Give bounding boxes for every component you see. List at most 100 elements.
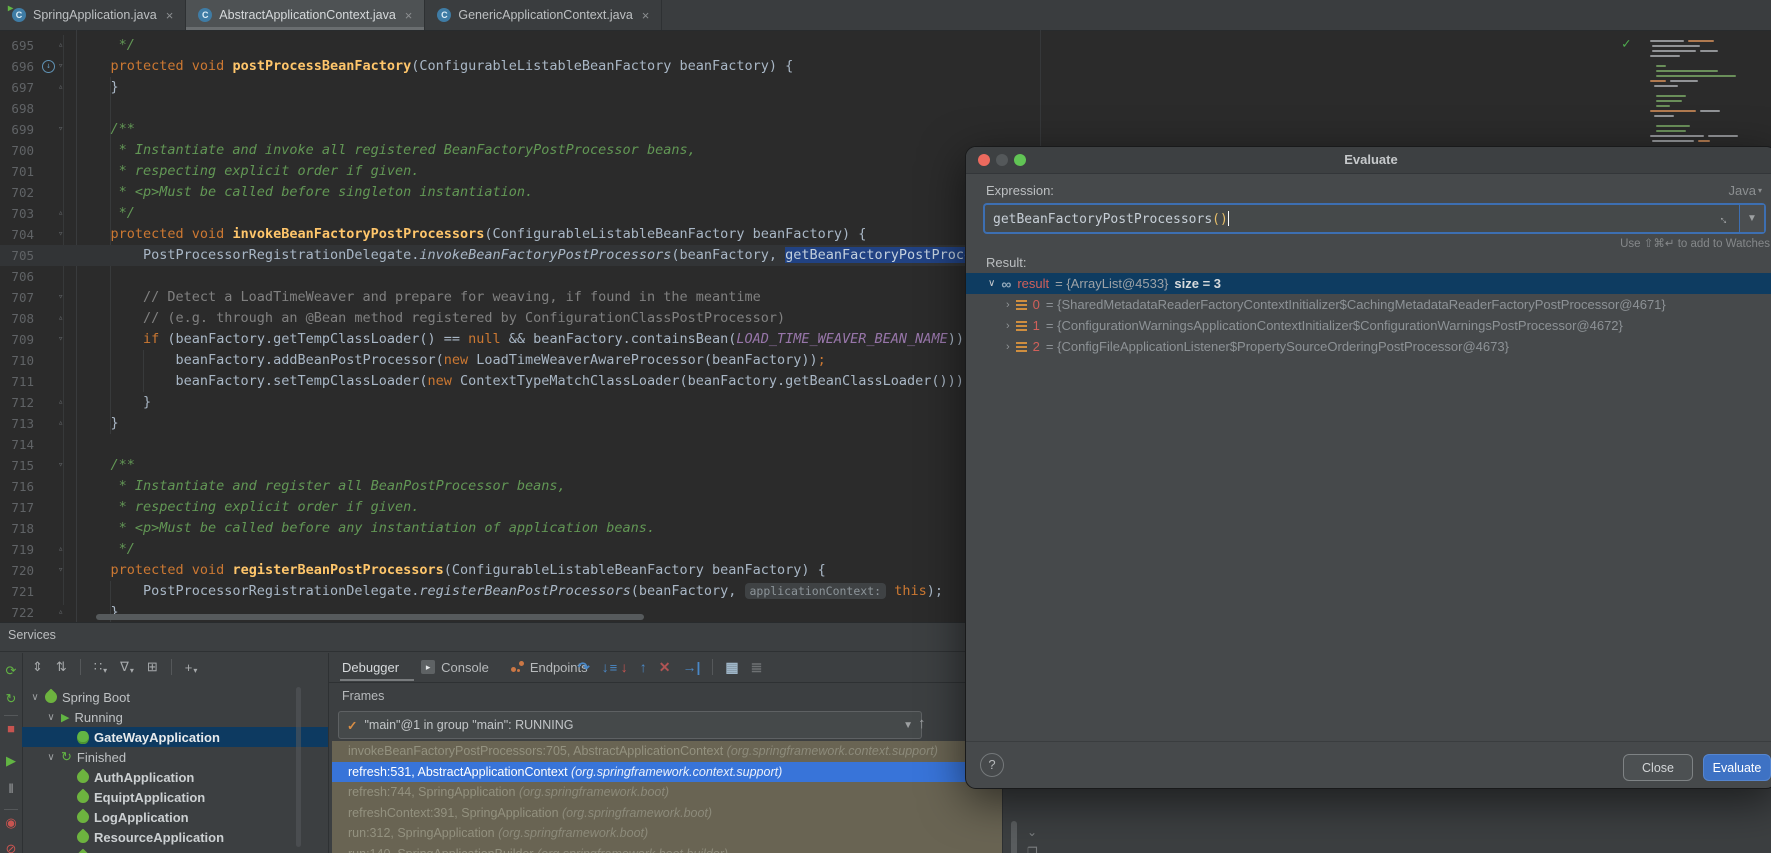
resume-icon[interactable]: ▶ <box>0 753 22 769</box>
tree-item-AuthApplication[interactable]: AuthApplication <box>22 767 328 787</box>
pause-icon[interactable]: ‖ <box>0 781 22 797</box>
frame-row[interactable]: refreshContext:391, SpringApplication (o… <box>332 803 1006 823</box>
run-to-cursor-icon[interactable]: →| <box>682 659 700 675</box>
result-child-row[interactable]: ›1= {ConfigurationWarningsApplicationCon… <box>966 315 1771 336</box>
fold-start-icon[interactable]: ▿ <box>58 119 63 140</box>
tree-item-GateWayApplication[interactable]: GateWayApplication <box>22 727 328 747</box>
stop-icon[interactable]: ■ <box>0 721 22 737</box>
override-method-icon[interactable]: ↓ <box>42 60 55 73</box>
add-to-watches-hint: Use ⇧⌘↵ to add to Watches <box>1620 236 1770 250</box>
code-line-698[interactable]: 698 <box>0 98 1771 119</box>
more-icon[interactable]: ≣ <box>751 659 763 676</box>
fold-end-icon[interactable]: ▵ <box>58 35 63 56</box>
ide-window: CSpringApplication.java×CAbstractApplica… <box>0 0 1771 853</box>
fold-end-icon[interactable]: ▵ <box>58 602 63 622</box>
thread-selector[interactable]: ✓ "main"@1 in group "main": RUNNING ▼ <box>338 711 922 739</box>
copy-stack-icon[interactable]: ❐ <box>1027 845 1038 853</box>
group-by-icon[interactable]: ∷▾ <box>94 659 107 675</box>
drop-frame-icon[interactable]: ✕ <box>659 659 671 676</box>
chevron-right-icon[interactable]: › <box>1006 320 1010 332</box>
tree-item-EquiptApplication[interactable]: EquiptApplication <box>22 787 328 807</box>
expression-input[interactable]: getBeanFactoryPostProcessors() ↔ ▼ <box>984 204 1765 233</box>
tree-item-Spring Boot[interactable]: ∨Spring Boot <box>22 687 328 707</box>
collapse-all-icon[interactable]: ⇅ <box>56 659 67 675</box>
code-line-699[interactable]: 699▿ /** <box>0 119 1771 140</box>
result-child-row[interactable]: ›2= {ConfigFileApplicationListener$Prope… <box>966 336 1771 357</box>
tree-item-LogApplication[interactable]: LogApplication <box>22 807 328 827</box>
expand-all-icon[interactable]: ⇕ <box>32 659 43 675</box>
code-token: if <box>143 331 159 347</box>
chevron-down-icon[interactable]: ⌄ <box>1027 825 1037 839</box>
rerun-application-icon[interactable]: ↻ <box>0 691 22 707</box>
filter-icon[interactable]: ∇▾ <box>120 659 134 675</box>
add-service-icon[interactable]: +▾ <box>185 660 198 675</box>
rerun-icon[interactable]: ⟳ <box>0 663 22 679</box>
services-tree[interactable]: ∨Spring Boot∨▶RunningGateWayApplication∨… <box>22 683 328 853</box>
fold-end-icon[interactable]: ▵ <box>58 392 63 413</box>
dialog-title-bar[interactable]: Evaluate <box>966 147 1771 174</box>
language-selector[interactable]: Java▾ <box>1729 183 1762 198</box>
expression-history-dropdown[interactable]: ▼ <box>1739 205 1764 232</box>
fold-start-icon[interactable]: ▿ <box>58 560 63 581</box>
result-tree[interactable]: ∨∞result= {ArrayList@4533} size = 3›0= {… <box>966 273 1771 383</box>
close-icon[interactable]: × <box>166 8 174 23</box>
tree-item-partial[interactable] <box>22 847 328 853</box>
chevron-right-icon[interactable]: › <box>1006 341 1010 353</box>
frame-row[interactable]: invokeBeanFactoryPostProcessors:705, Abs… <box>332 741 1006 761</box>
add-pattern-icon[interactable]: ⊞ <box>147 659 158 675</box>
editor-tab[interactable]: CSpringApplication.java× <box>0 0 186 30</box>
result-label: Result: <box>986 255 1026 270</box>
chevron-down-icon[interactable]: ∨ <box>988 278 995 289</box>
code-token: * respecting explicit order if given. <box>78 499 419 515</box>
evaluate-expression-icon[interactable]: ▦ <box>725 659 738 676</box>
tree-item-ResourceApplication[interactable]: ResourceApplication <box>22 827 328 847</box>
frame-row[interactable]: refresh:744, SpringApplication (org.spri… <box>332 782 1006 802</box>
force-step-into-icon[interactable]: ↓ <box>621 659 628 675</box>
fold-start-icon[interactable]: ▿ <box>58 329 63 350</box>
frame-row[interactable]: run:140, SpringApplicationBuilder (org.s… <box>332 844 1006 853</box>
close-icon[interactable]: × <box>642 8 650 23</box>
fold-end-icon[interactable]: ▵ <box>58 77 63 98</box>
fold-start-icon[interactable]: ▿ <box>58 224 63 245</box>
close-icon[interactable]: × <box>405 8 413 23</box>
step-over-icon[interactable]: ↷ <box>578 659 590 676</box>
frame-row[interactable]: run:312, SpringApplication (org.springfr… <box>332 823 1006 843</box>
mute-breakpoints-icon[interactable]: ⊘ <box>0 841 22 853</box>
close-button[interactable]: Close <box>1623 754 1693 781</box>
result-child-row[interactable]: ›0= {SharedMetadataReaderFactoryContextI… <box>966 294 1771 315</box>
editor-tab[interactable]: CAbstractApplicationContext.java× <box>186 0 425 30</box>
code-line-696[interactable]: 696↓▿ protected void postProcessBeanFact… <box>0 56 1771 77</box>
step-into-icon[interactable]: ↓ <box>602 659 609 675</box>
tab-console[interactable]: ▸Console <box>421 660 489 675</box>
frames-list[interactable]: invokeBeanFactoryPostProcessors:705, Abs… <box>332 741 1006 853</box>
fold-start-icon[interactable]: ▿ <box>58 287 63 308</box>
frame-up-icon[interactable]: ↑ <box>918 715 926 732</box>
code-token: * <p>Must be called before any instantia… <box>78 520 655 536</box>
services-tree-scrollbar[interactable] <box>296 687 301 847</box>
editor-horizontal-scrollbar[interactable] <box>96 614 644 620</box>
variables-scrollbar[interactable] <box>1011 821 1017 853</box>
tree-item-Finished[interactable]: ∨↻Finished <box>22 747 328 767</box>
editor-tab[interactable]: CGenericApplicationContext.java× <box>425 0 662 30</box>
step-out-icon[interactable]: ↑ <box>640 659 647 675</box>
fold-end-icon[interactable]: ▵ <box>58 539 63 560</box>
result-root-row[interactable]: ∨∞result= {ArrayList@4533} size = 3 <box>966 273 1771 294</box>
fold-end-icon[interactable]: ▵ <box>58 203 63 224</box>
view-breakpoints-icon[interactable]: ◉ <box>0 815 22 831</box>
tree-item-Running[interactable]: ∨▶Running <box>22 707 328 727</box>
frame-row[interactable]: refresh:531, AbstractApplicationContext … <box>332 762 1006 782</box>
evaluate-button[interactable]: Evaluate <box>1703 754 1771 781</box>
frame-package: (org.springframework.boot) <box>519 785 669 799</box>
fold-end-icon[interactable]: ▵ <box>58 308 63 329</box>
code-token: beanFactory.addBeanPostProcessor( <box>78 352 444 368</box>
tab-endpoints[interactable]: Endpoints <box>511 660 588 675</box>
fold-end-icon[interactable]: ▵ <box>58 413 63 434</box>
fold-start-icon[interactable]: ▿ <box>58 455 63 476</box>
code-line-695[interactable]: 695▵ */ <box>0 35 1771 56</box>
code-line-697[interactable]: 697▵ } <box>0 77 1771 98</box>
fold-start-icon[interactable]: ▿ <box>58 56 63 77</box>
element-index: 0 <box>1033 297 1040 312</box>
chevron-right-icon[interactable]: › <box>1006 299 1010 311</box>
tab-debugger[interactable]: Debugger <box>342 660 399 675</box>
help-button[interactable]: ? <box>980 753 1004 777</box>
